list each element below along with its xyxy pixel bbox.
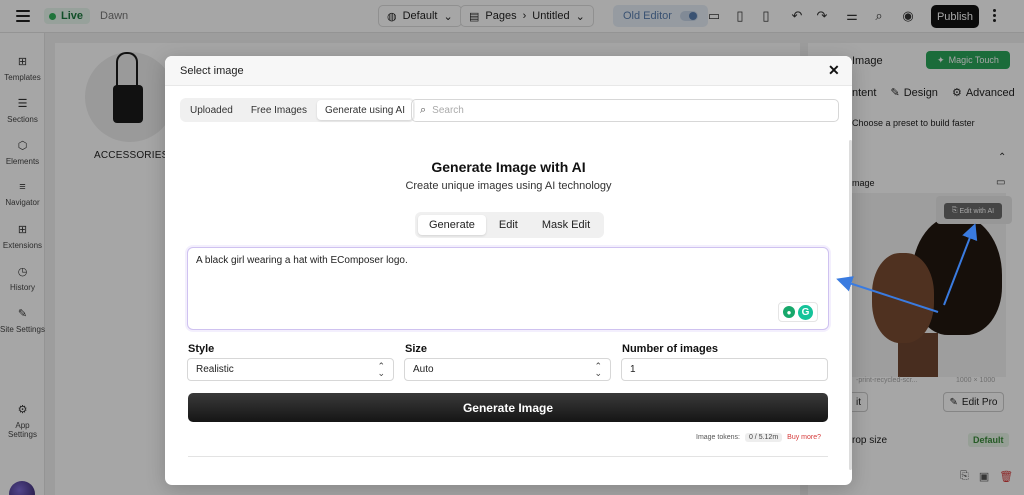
arrow-to-edit-ai [943, 223, 978, 306]
arrow-to-prompt [836, 276, 939, 313]
annotation-arrows [836, 223, 978, 313]
